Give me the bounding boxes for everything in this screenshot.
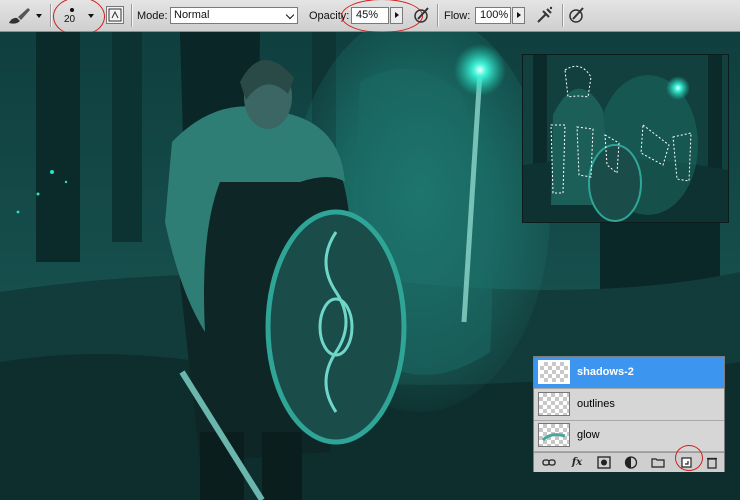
mode-label: Mode: xyxy=(137,10,168,22)
glow-stroke-icon xyxy=(541,433,566,442)
flow-field[interactable]: 100% xyxy=(475,7,511,24)
fx-icon[interactable]: fx xyxy=(570,456,584,469)
adjustment-icon[interactable] xyxy=(624,456,638,469)
airbrush-icon[interactable] xyxy=(535,5,555,25)
trash-icon[interactable] xyxy=(705,456,719,469)
pressure-size-icon[interactable] xyxy=(567,5,587,25)
brush-panel-toggle[interactable] xyxy=(106,6,124,24)
layer-row-shadows-2[interactable]: shadows-2 xyxy=(534,357,724,389)
folder-icon[interactable] xyxy=(651,456,665,469)
reference-thumbnail xyxy=(522,54,729,223)
separator xyxy=(437,4,439,27)
tool-preset-arrow[interactable] xyxy=(36,14,42,18)
options-bar: 20 Mode: Normal Opacity: 45% Flow: 100% xyxy=(0,0,740,36)
layer-name: outlines xyxy=(577,398,615,410)
layers-panel: shadows-2 outlines glow fx xyxy=(533,356,725,472)
separator xyxy=(50,4,52,27)
highlight-ellipse-brush xyxy=(53,0,105,36)
brush-panel-icon xyxy=(108,8,122,22)
separator xyxy=(562,4,564,27)
thumbnail-art xyxy=(523,55,728,222)
flow-value: 100% xyxy=(480,9,509,21)
mode-value: Normal xyxy=(174,9,210,21)
separator xyxy=(131,4,133,27)
layer-thumbnail xyxy=(538,360,570,384)
chevron-down-icon xyxy=(285,10,295,20)
link-icon[interactable] xyxy=(542,456,556,469)
pressure-opacity-icon[interactable] xyxy=(412,5,432,25)
mask-icon[interactable] xyxy=(597,456,611,469)
flow-label: Flow: xyxy=(444,10,471,22)
brush-tool-icon[interactable] xyxy=(6,6,32,26)
highlight-ellipse-opacity xyxy=(341,0,423,33)
layer-thumbnail xyxy=(538,423,570,447)
flow-slider-button[interactable] xyxy=(512,7,525,24)
layer-name: glow xyxy=(577,429,600,441)
highlight-ellipse-new-layer xyxy=(675,445,703,471)
layer-name: shadows-2 xyxy=(577,366,634,378)
layer-row-outlines[interactable]: outlines xyxy=(534,389,724,421)
layers-panel-footer: fx xyxy=(534,445,724,472)
layer-thumbnail xyxy=(538,392,570,416)
mode-select[interactable]: Normal xyxy=(170,7,298,24)
